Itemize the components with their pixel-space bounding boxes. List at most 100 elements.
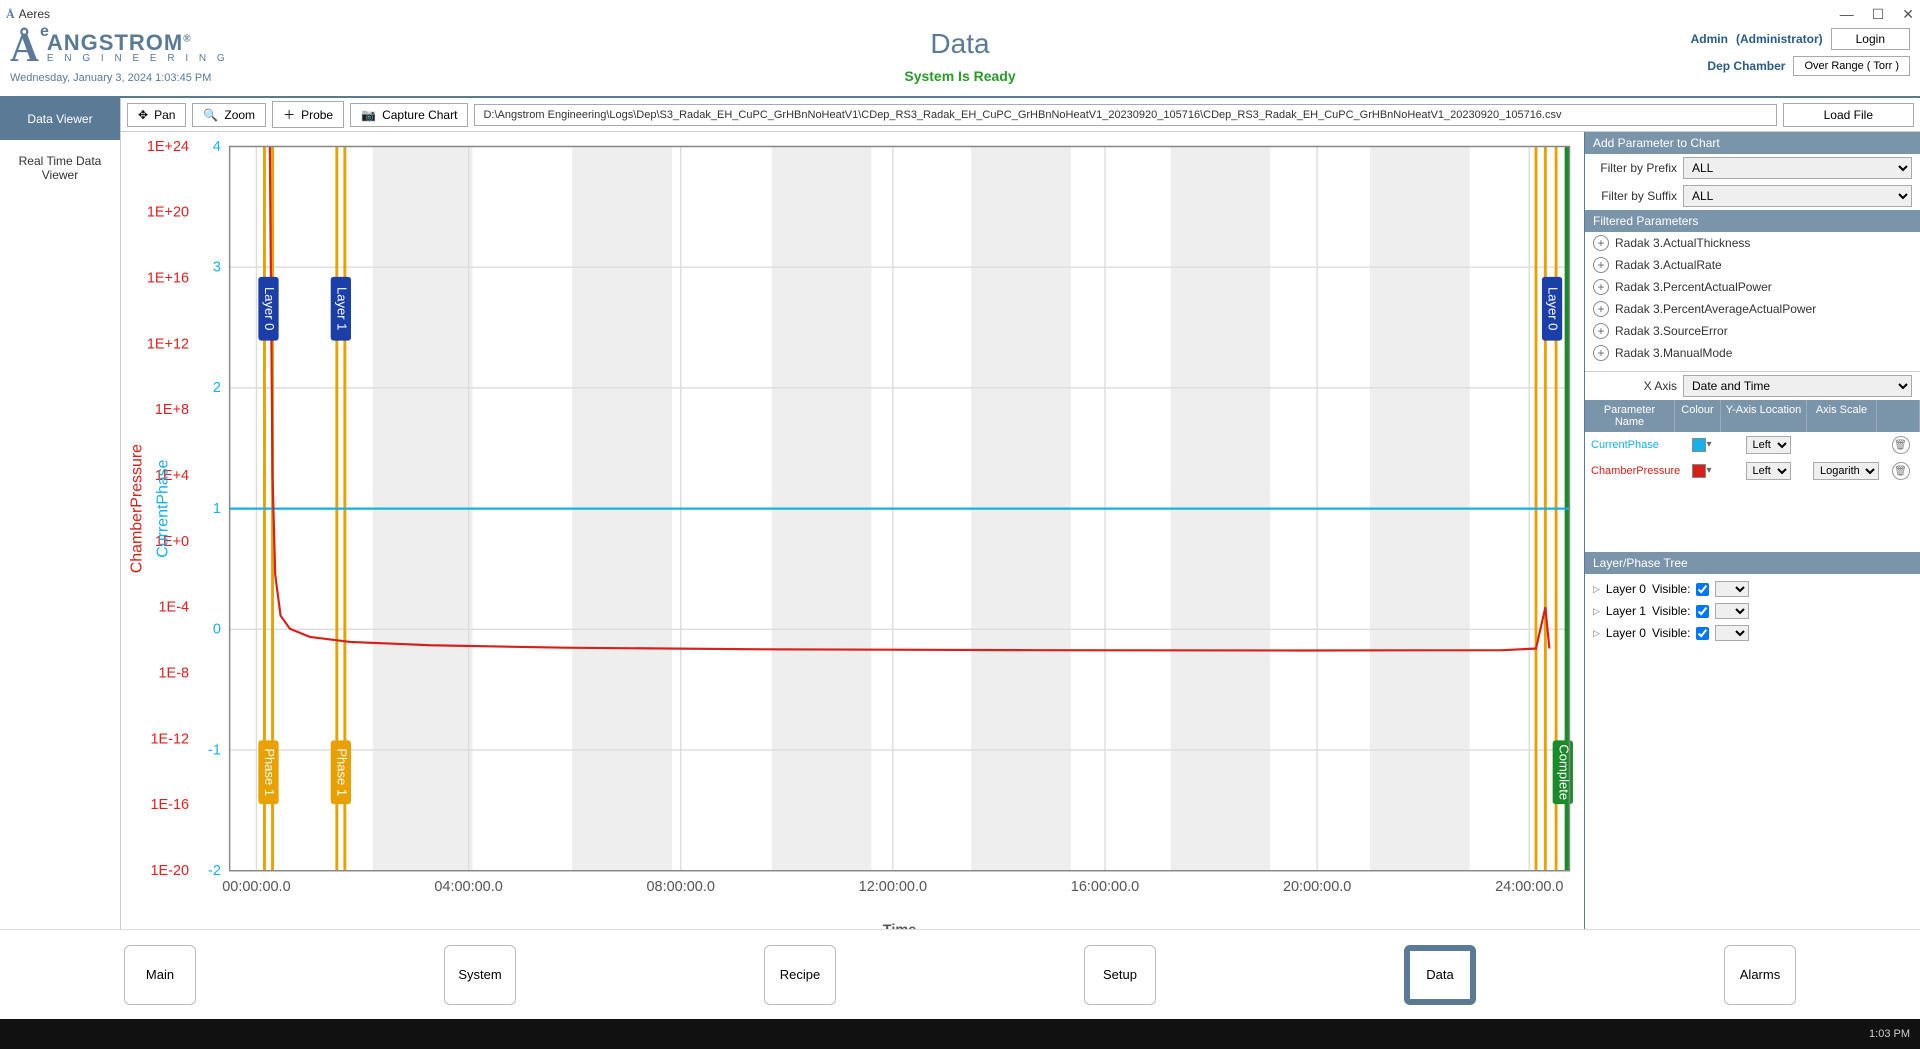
add-param-icon[interactable]: + bbox=[1593, 235, 1609, 251]
delete-icon[interactable]: 🗑 bbox=[1892, 436, 1910, 454]
svg-text:1E+8: 1E+8 bbox=[155, 402, 189, 418]
capture-chart-button[interactable]: 📷Capture Chart bbox=[350, 103, 468, 127]
yaxis-location-select[interactable]: Left bbox=[1746, 462, 1791, 480]
visible-checkbox[interactable] bbox=[1696, 627, 1709, 640]
tree-options-select[interactable] bbox=[1715, 603, 1749, 619]
add-param-icon[interactable]: + bbox=[1593, 323, 1609, 339]
right-panel: Add Parameter to Chart Filter by Prefix … bbox=[1584, 132, 1920, 929]
window-titlebar: Å Aeres — ☐ ✕ bbox=[0, 0, 1920, 28]
svg-text:24:00:00.0: 24:00:00.0 bbox=[1495, 879, 1563, 895]
tree-options-select[interactable] bbox=[1715, 581, 1749, 597]
tree-options-select[interactable] bbox=[1715, 625, 1749, 641]
axis-scale-select[interactable]: Logarith bbox=[1813, 462, 1879, 480]
nav-setup[interactable]: Setup bbox=[1084, 945, 1156, 1005]
delete-icon[interactable]: 🗑 bbox=[1892, 462, 1910, 480]
svg-text:Layer 0: Layer 0 bbox=[262, 287, 277, 330]
nav-data[interactable]: Data bbox=[1404, 945, 1476, 1005]
add-param-icon[interactable]: + bbox=[1593, 301, 1609, 317]
visible-checkbox[interactable] bbox=[1696, 605, 1709, 618]
brand-subtitle: E N G I N E E R I N G bbox=[47, 54, 229, 64]
color-swatch[interactable] bbox=[1692, 438, 1706, 452]
svg-text:Layer 1: Layer 1 bbox=[334, 287, 349, 330]
chevron-down-icon[interactable] bbox=[1706, 438, 1711, 452]
add-param-icon[interactable]: + bbox=[1593, 257, 1609, 273]
tree-label: Layer 1 bbox=[1606, 604, 1646, 618]
add-param-icon[interactable]: + bbox=[1593, 279, 1609, 295]
os-taskbar: 1:03 PM bbox=[0, 1019, 1920, 1049]
user-name[interactable]: Admin bbox=[1691, 32, 1728, 46]
filter-suffix-label: Filter by Suffix bbox=[1593, 189, 1677, 203]
axis-param-name: CurrentPhase bbox=[1589, 439, 1679, 451]
add-param-icon[interactable]: + bbox=[1593, 345, 1609, 361]
file-path-input[interactable] bbox=[474, 104, 1776, 126]
probe-button[interactable]: ＋Probe bbox=[272, 101, 344, 128]
axis-row: CurrentPhase Left 🗑 bbox=[1585, 432, 1920, 458]
chamber-label[interactable]: Dep Chamber bbox=[1707, 59, 1785, 73]
svg-text:1E+20: 1E+20 bbox=[147, 205, 189, 221]
svg-text:08:00:00.0: 08:00:00.0 bbox=[647, 879, 715, 895]
expand-icon[interactable]: ▷ bbox=[1593, 628, 1600, 639]
color-swatch[interactable] bbox=[1692, 464, 1706, 478]
svg-text:Layer 0: Layer 0 bbox=[1546, 287, 1561, 330]
nav-recipe[interactable]: Recipe bbox=[764, 945, 836, 1005]
taskbar-time: 1:03 PM bbox=[1869, 1028, 1910, 1040]
param-label: Radak 3.ActualThickness bbox=[1615, 236, 1750, 250]
chevron-down-icon[interactable] bbox=[1706, 464, 1711, 478]
xaxis-select[interactable]: Date and Time bbox=[1683, 375, 1912, 397]
chart-area[interactable]: -2-1012341E-201E-161E-121E-81E-41E+01E+4… bbox=[121, 132, 1584, 929]
param-label: Radak 3.PercentAverageActualPower bbox=[1615, 302, 1816, 316]
axis-rows: CurrentPhase Left 🗑 ChamberPressure Left Loga… bbox=[1585, 432, 1920, 552]
load-file-button[interactable]: Load File bbox=[1783, 103, 1914, 127]
svg-text:12:00:00.0: 12:00:00.0 bbox=[859, 879, 927, 895]
app-glyph: Å bbox=[6, 7, 15, 22]
sidebar-tab-data-viewer[interactable]: Data Viewer bbox=[0, 98, 120, 140]
expand-icon[interactable]: ▷ bbox=[1593, 584, 1600, 595]
svg-text:16:00:00.0: 16:00:00.0 bbox=[1071, 879, 1139, 895]
probe-icon: ＋ bbox=[283, 106, 295, 123]
param-item[interactable]: +Radak 3.PercentActualPower bbox=[1585, 276, 1920, 298]
param-label: Radak 3.ActualRate bbox=[1615, 258, 1722, 272]
param-list[interactable]: + Radak 3.ActualThickness + Radak 3.ActualR… bbox=[1585, 232, 1920, 372]
timestamp: Wednesday, January 3, 2024 1:03:45 PM bbox=[10, 72, 229, 84]
login-button[interactable]: Login bbox=[1831, 28, 1910, 50]
maximize-icon[interactable]: ☐ bbox=[1872, 6, 1885, 23]
chart-toolbar: ✥Pan 🔍Zoom ＋Probe 📷Capture Chart Load Fi… bbox=[121, 98, 1920, 132]
layer-phase-tree: ▷Layer 0Visible:▷Layer 1Visible:▷Layer 0… bbox=[1585, 574, 1920, 929]
sidebar: Data Viewer Real Time Data Viewer bbox=[0, 98, 120, 929]
user-role: (Administrator) bbox=[1736, 32, 1823, 46]
param-item[interactable]: +Radak 3.ManualMode bbox=[1585, 342, 1920, 364]
visible-label: Visible: bbox=[1652, 604, 1690, 618]
axis-columns-header: Parameter Name Colour Y-Axis Location Ax… bbox=[1585, 400, 1920, 432]
minimize-icon[interactable]: — bbox=[1840, 6, 1854, 23]
visible-checkbox[interactable] bbox=[1696, 583, 1709, 596]
nav-main[interactable]: Main bbox=[124, 945, 196, 1005]
filter-prefix-select[interactable]: ALL bbox=[1683, 157, 1912, 179]
nav-system[interactable]: System bbox=[444, 945, 516, 1005]
sidebar-tab-realtime[interactable]: Real Time Data Viewer bbox=[0, 140, 120, 196]
camera-icon: 📷 bbox=[361, 108, 376, 122]
zoom-button[interactable]: 🔍Zoom bbox=[192, 103, 266, 127]
param-item[interactable]: + Radak 3.ActualThickness bbox=[1585, 232, 1920, 254]
pan-icon: ✥ bbox=[138, 108, 148, 122]
nav-alarms[interactable]: Alarms bbox=[1724, 945, 1796, 1005]
svg-text:4: 4 bbox=[213, 139, 221, 155]
param-item[interactable]: +Radak 3.SourceError bbox=[1585, 320, 1920, 342]
svg-text:-1: -1 bbox=[208, 742, 221, 758]
param-item[interactable]: + Radak 3.ActualRate bbox=[1585, 254, 1920, 276]
tree-label: Layer 0 bbox=[1606, 626, 1646, 640]
pan-button[interactable]: ✥Pan bbox=[127, 103, 186, 127]
axis-row: ChamberPressure Left Logarith 🗑 bbox=[1585, 458, 1920, 484]
app-name: Aeres bbox=[19, 7, 50, 21]
yaxis-location-select[interactable]: Left bbox=[1746, 436, 1791, 454]
svg-text:2: 2 bbox=[213, 380, 221, 396]
brand-logo-icon: Åe bbox=[10, 28, 39, 68]
chamber-status-button[interactable]: Over Range ( Torr ) bbox=[1793, 56, 1910, 76]
svg-text:Phase 1: Phase 1 bbox=[334, 748, 349, 796]
axis-param-name: ChamberPressure bbox=[1589, 465, 1679, 477]
close-icon[interactable]: ✕ bbox=[1902, 6, 1914, 23]
param-item[interactable]: + Radak 3.PercentAverageActualPower bbox=[1585, 298, 1920, 320]
svg-text:ChamberPressure: ChamberPressure bbox=[128, 444, 145, 573]
bottom-nav: Main System Recipe Setup Data Alarms bbox=[0, 929, 1920, 1019]
filter-suffix-select[interactable]: ALL bbox=[1683, 185, 1912, 207]
expand-icon[interactable]: ▷ bbox=[1593, 606, 1600, 617]
